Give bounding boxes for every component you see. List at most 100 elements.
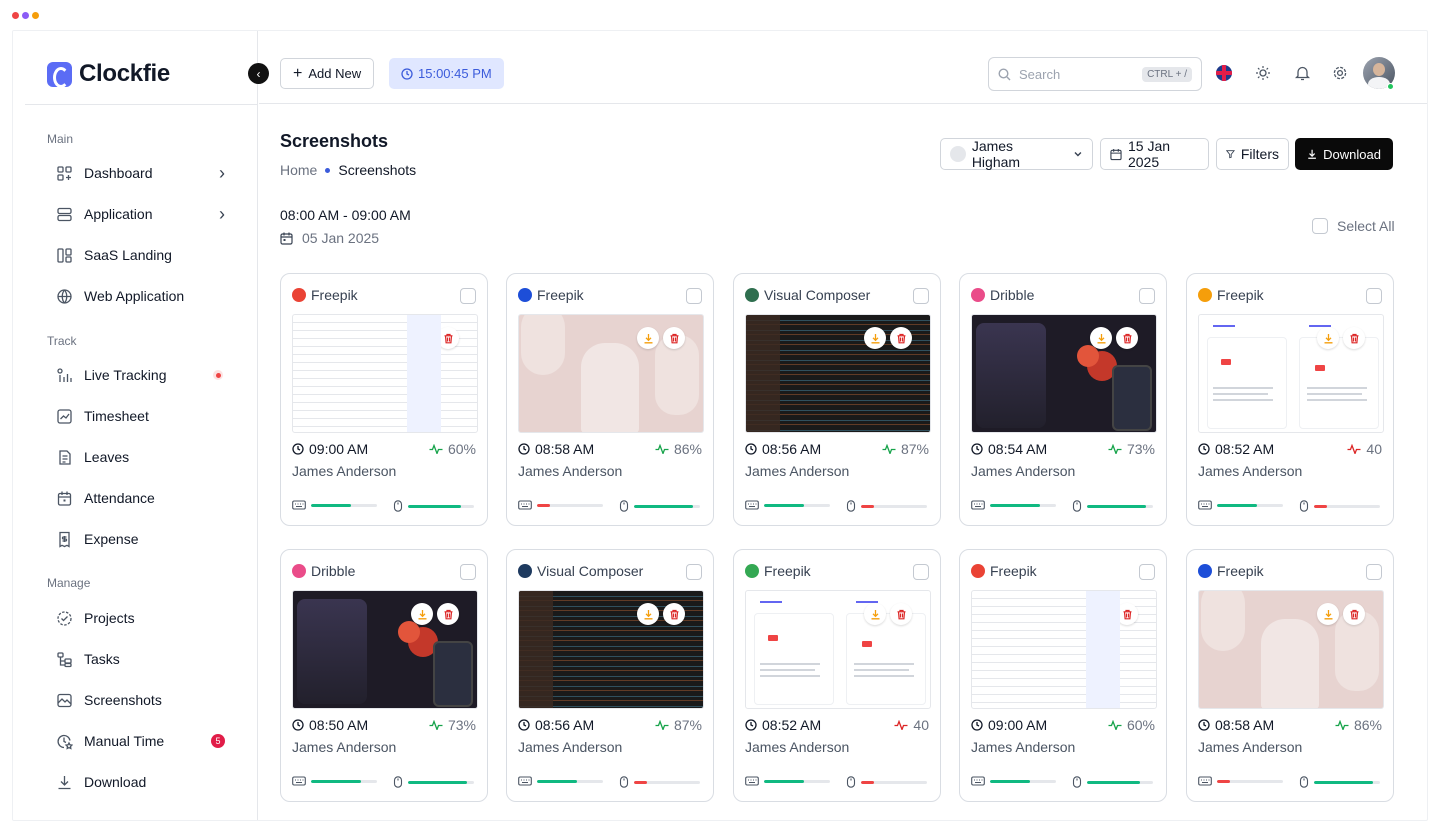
delete-screenshot-button[interactable]: [1343, 603, 1365, 625]
sidebar-item-timesheet[interactable]: Timesheet: [55, 402, 225, 430]
screenshot-card[interactable]: Visual Composer 08:56 AM 87% James Ander…: [733, 273, 941, 526]
sidebar-item-dashboard[interactable]: Dashboard ›: [55, 159, 225, 187]
card-checkbox[interactable]: [1366, 288, 1382, 304]
card-header: Dribble: [971, 287, 1155, 304]
select-all-box[interactable]: [1312, 218, 1328, 234]
delete-screenshot-button[interactable]: [437, 603, 459, 625]
window-dot-red[interactable]: [12, 12, 19, 19]
keyboard-icon: [1198, 500, 1212, 510]
card-header: Visual Composer: [745, 287, 929, 304]
date-filter-button[interactable]: 15 Jan 2025: [1100, 138, 1209, 170]
language-button[interactable]: [1215, 64, 1233, 82]
download-screenshot-button[interactable]: [864, 603, 886, 625]
card-checkbox[interactable]: [460, 288, 476, 304]
sidebar-item-manual-time[interactable]: Manual Time 5: [55, 727, 225, 755]
section-label-manage: Manage: [47, 576, 91, 590]
card-checkbox[interactable]: [686, 564, 702, 580]
screenshot-thumbnail[interactable]: [1198, 590, 1384, 709]
brand-logo[interactable]: Clockfie: [47, 60, 170, 88]
theme-toggle-button[interactable]: [1254, 64, 1272, 82]
sidebar-item-projects[interactable]: Projects: [55, 604, 225, 632]
download-screenshot-button[interactable]: [637, 327, 659, 349]
keyboard-activity-meter: [971, 500, 1056, 510]
card-checkbox[interactable]: [686, 288, 702, 304]
delete-screenshot-button[interactable]: [890, 603, 912, 625]
download-screenshot-button[interactable]: [1317, 603, 1339, 625]
delete-screenshot-button[interactable]: [1116, 603, 1138, 625]
mouse-icon: [846, 500, 856, 512]
sidebar-item-attendance[interactable]: Attendance: [55, 484, 225, 512]
screenshot-thumbnail[interactable]: [971, 314, 1157, 433]
sidebar-item-saas-landing[interactable]: SaaS Landing: [55, 241, 225, 269]
card-checkbox[interactable]: [913, 564, 929, 580]
delete-screenshot-button[interactable]: [437, 327, 459, 349]
download-button[interactable]: Download: [1295, 138, 1393, 170]
window-dot-purple[interactable]: [22, 12, 29, 19]
screenshot-card[interactable]: Freepik 08:52 AM 40 James Anderson: [733, 549, 941, 802]
app-name: Freepik: [537, 287, 584, 303]
search-icon: [998, 67, 1011, 80]
select-all-checkbox[interactable]: Select All: [1312, 218, 1395, 234]
download-label: Download: [1323, 146, 1381, 162]
add-new-button[interactable]: + Add New: [280, 58, 375, 89]
download-screenshot-button[interactable]: [1090, 603, 1112, 625]
screenshot-card[interactable]: Freepik 08:58 AM 86% James Anderson: [1186, 549, 1394, 802]
download-screenshot-button[interactable]: [1090, 327, 1112, 349]
user-filter-dropdown[interactable]: James Higham: [940, 138, 1093, 170]
delete-screenshot-button[interactable]: [1116, 327, 1138, 349]
window-dot-orange[interactable]: [32, 12, 39, 19]
card-checkbox[interactable]: [1139, 564, 1155, 580]
settings-button[interactable]: [1331, 64, 1349, 82]
card-checkbox[interactable]: [1366, 564, 1382, 580]
sidebar-item-live-tracking[interactable]: Live Tracking: [55, 361, 225, 389]
download-screenshot-button[interactable]: [864, 327, 886, 349]
screenshot-thumbnail[interactable]: [971, 590, 1157, 709]
screenshot-thumbnail[interactable]: [745, 314, 931, 433]
sidebar-item-screenshots[interactable]: Screenshots: [55, 686, 225, 714]
activity-pulse-icon: [882, 444, 896, 454]
card-checkbox[interactable]: [460, 564, 476, 580]
user-name: James Anderson: [971, 739, 1076, 755]
screenshot-card[interactable]: Freepik 08:58 AM 86% James Anderson: [506, 273, 714, 526]
sidebar-item-web-application[interactable]: Web Application: [55, 282, 225, 310]
notifications-button[interactable]: [1293, 64, 1311, 82]
capture-time-value: 08:58 AM: [535, 441, 595, 457]
mouse-icon: [1072, 776, 1082, 788]
signal-icon: [55, 366, 73, 384]
delete-screenshot-button[interactable]: [1343, 327, 1365, 349]
download-screenshot-button[interactable]: [411, 603, 433, 625]
screenshot-thumbnail[interactable]: [292, 590, 478, 709]
timer-button[interactable]: 15:00:45 PM: [389, 58, 504, 89]
filters-button[interactable]: Filters: [1216, 138, 1289, 170]
sidebar-item-application[interactable]: Application ›: [55, 200, 225, 228]
sidebar-item-expense[interactable]: Expense: [55, 525, 225, 553]
sidebar-item-tasks[interactable]: Tasks: [55, 645, 225, 673]
download-screenshot-button[interactable]: [1317, 327, 1339, 349]
sidebar-item-label: Screenshots: [84, 692, 162, 708]
screenshot-card[interactable]: Visual Composer 08:56 AM 87% James Ander…: [506, 549, 714, 802]
delete-screenshot-button[interactable]: [890, 327, 912, 349]
breadcrumb-home[interactable]: Home: [280, 162, 317, 178]
screenshot-card[interactable]: Dribble 08:50 AM 73% James Anderson: [280, 549, 488, 802]
screenshot-card[interactable]: Freepik 09:00 AM 60% James Anderson: [280, 273, 488, 526]
card-checkbox[interactable]: [913, 288, 929, 304]
screenshot-card[interactable]: Freepik 08:52 AM 40 James Anderson: [1186, 273, 1394, 526]
search-input[interactable]: [1019, 66, 1135, 82]
search-box[interactable]: CTRL + /: [988, 57, 1202, 91]
screenshot-card[interactable]: Dribble 08:54 AM 73% James Anderson: [959, 273, 1167, 526]
screenshot-thumbnail[interactable]: [292, 314, 478, 433]
card-checkbox[interactable]: [1139, 288, 1155, 304]
screenshot-thumbnail[interactable]: [518, 590, 704, 709]
download-screenshot-button[interactable]: [411, 327, 433, 349]
mouse-activity-meter: [393, 776, 474, 788]
download-screenshot-button[interactable]: [637, 603, 659, 625]
screenshot-card[interactable]: Freepik 09:00 AM 60% James Anderson: [959, 549, 1167, 802]
delete-screenshot-button[interactable]: [663, 603, 685, 625]
screenshot-thumbnail[interactable]: [518, 314, 704, 433]
sidebar-item-leaves[interactable]: Leaves: [55, 443, 225, 471]
sidebar-item-download[interactable]: Download: [55, 768, 225, 796]
screenshot-thumbnail[interactable]: [745, 590, 931, 709]
collapse-sidebar-button[interactable]: ‹: [248, 63, 269, 84]
screenshot-thumbnail[interactable]: [1198, 314, 1384, 433]
delete-screenshot-button[interactable]: [663, 327, 685, 349]
